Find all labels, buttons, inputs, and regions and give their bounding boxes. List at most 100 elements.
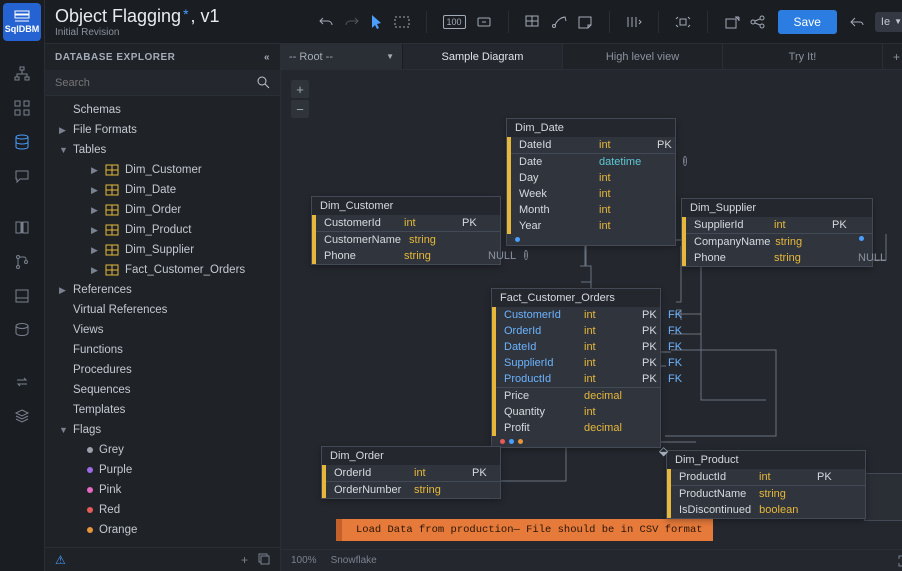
info-icon[interactable]: i	[683, 156, 687, 166]
entity-header[interactable]: Dim_Order	[322, 447, 500, 465]
reply-icon[interactable]	[849, 16, 865, 28]
hierarchy-icon[interactable]	[14, 66, 30, 82]
column-row[interactable]: Phone string NULL i	[316, 248, 500, 264]
language-selector[interactable]: Ie▼	[875, 12, 902, 32]
tree-node-templates[interactable]: Templates	[45, 400, 280, 420]
column-row[interactable]: Month int	[511, 202, 675, 218]
entity-header[interactable]: Dim_Supplier	[682, 199, 872, 217]
table-add-icon[interactable]	[525, 15, 541, 29]
tree-flag-item[interactable]: Pink	[45, 480, 280, 500]
column-row[interactable]: CustomerName string	[316, 231, 500, 248]
zoom-out-button[interactable]: −	[291, 100, 309, 118]
column-row[interactable]: Day int	[511, 170, 675, 186]
column-row[interactable]: Profit decimal	[496, 420, 660, 436]
percent-icon[interactable]: 100	[443, 15, 466, 29]
tree-table-item[interactable]: ▶Dim_Product	[45, 220, 280, 240]
pin-icon[interactable]: ⬙	[659, 444, 668, 458]
tree-table-item[interactable]: ▶Fact_Customer_Orders	[45, 260, 280, 280]
entity-header[interactable]: Dim_Date	[507, 119, 675, 137]
zoom-in-button[interactable]: +	[291, 80, 309, 98]
tree-node-virtual-references[interactable]: Virtual References	[45, 300, 280, 320]
tree-node-views[interactable]: Views	[45, 320, 280, 340]
search-input[interactable]	[55, 77, 257, 89]
tab-sample-diagram[interactable]: Sample Diagram	[403, 44, 563, 69]
cursor-icon[interactable]	[370, 14, 384, 30]
entity-fact[interactable]: Fact_Customer_Orders CustomerId int PK F…	[491, 288, 661, 448]
undo-icon[interactable]	[318, 15, 334, 29]
note-icon[interactable]	[577, 15, 593, 29]
share-icon[interactable]	[750, 15, 766, 29]
column-row[interactable]: SupplierId int PK FK	[496, 355, 660, 371]
info-icon[interactable]: i	[524, 250, 528, 260]
tree-node-functions[interactable]: Functions	[45, 340, 280, 360]
chat-icon[interactable]	[14, 168, 30, 184]
tree-node-file-formats[interactable]: ▶File Formats	[45, 120, 280, 140]
search-icon[interactable]	[257, 76, 270, 89]
column-row[interactable]: IsDiscontinued boolean	[671, 502, 865, 518]
expand-icon[interactable]	[898, 555, 902, 567]
entity-header[interactable]: Fact_Customer_Orders	[492, 289, 660, 307]
box-icon[interactable]	[476, 16, 492, 28]
tree-node-sequences[interactable]: Sequences	[45, 380, 280, 400]
tree-table-item[interactable]: ▶Dim_Customer	[45, 160, 280, 180]
entity-dim_product[interactable]: Dim_Product ProductId int PK ProductName…	[666, 450, 866, 519]
column-row[interactable]: ProductId int PK FK	[496, 371, 660, 387]
root-selector[interactable]: -- Root --▼	[281, 44, 403, 69]
collapse-panel-icon[interactable]: «	[264, 52, 270, 63]
column-row[interactable]: DateId int PK	[511, 137, 675, 153]
tree-node-tables[interactable]: ▼Tables	[45, 140, 280, 160]
tree-node-schemas[interactable]: Schemas	[45, 100, 280, 120]
align-icon[interactable]	[626, 15, 642, 29]
disk-icon[interactable]	[14, 322, 30, 338]
tree-flag-item[interactable]: Orange	[45, 520, 280, 540]
tree-node-flags[interactable]: ▼Flags	[45, 420, 280, 440]
column-row[interactable]: SupplierId int PK	[686, 217, 872, 233]
entity-dim_order[interactable]: Dim_Order OrderId int PK OrderNumber str…	[321, 446, 501, 499]
entity-dim_customer[interactable]: Dim_Customer CustomerId int PK CustomerN…	[311, 196, 501, 265]
column-row[interactable]: Week int	[511, 186, 675, 202]
column-row[interactable]: OrderId int PK	[326, 465, 500, 481]
git-icon[interactable]	[14, 254, 30, 270]
column-row[interactable]: CompanyName string	[686, 233, 872, 250]
export-icon[interactable]	[724, 15, 740, 29]
tree-flag-item[interactable]: Purple	[45, 460, 280, 480]
layers-icon[interactable]	[14, 408, 30, 424]
column-row[interactable]: ProductId int PK	[671, 469, 865, 485]
copy-icon[interactable]	[258, 553, 270, 567]
column-row[interactable]: ProductName string	[671, 485, 865, 502]
tree-table-item[interactable]: ▶Dim_Order	[45, 200, 280, 220]
book-icon[interactable]	[14, 220, 30, 236]
add-tab-icon[interactable]: +	[893, 50, 900, 64]
tree-flag-item[interactable]: Red	[45, 500, 280, 520]
zoom-level[interactable]: 100%	[291, 555, 317, 566]
canvas-note[interactable]: Load Data from production— File should b…	[336, 519, 713, 541]
brand-logo[interactable]: SqlDBM	[3, 3, 41, 41]
tree-node-references[interactable]: ▶References	[45, 280, 280, 300]
column-row[interactable]: Phone string NULL	[686, 250, 872, 266]
tab-high-level[interactable]: High level view	[563, 44, 723, 69]
fit-icon[interactable]	[675, 15, 691, 29]
column-row[interactable]: CustomerId int PK	[316, 215, 500, 231]
column-row[interactable]: OrderNumber string	[326, 481, 500, 498]
add-node-icon[interactable]: +	[241, 553, 248, 567]
connector-icon[interactable]	[551, 15, 567, 29]
column-row[interactable]: Date datetime i	[511, 153, 675, 170]
entity-dim_supplier[interactable]: Dim_Supplier SupplierId int PK CompanyNa…	[681, 198, 873, 267]
column-row[interactable]: DateId int PK FK	[496, 339, 660, 355]
warning-icon[interactable]: ⚠	[55, 553, 66, 567]
marquee-icon[interactable]	[394, 16, 410, 28]
search-box[interactable]	[45, 70, 280, 96]
database-icon[interactable]	[14, 134, 30, 150]
tree-node-procedures[interactable]: Procedures	[45, 360, 280, 380]
column-row[interactable]: OrderId int PK FK	[496, 323, 660, 339]
redo-icon[interactable]	[344, 15, 360, 29]
entity-dim_date[interactable]: Dim_Date DateId int PK Date datetime i D…	[506, 118, 676, 246]
transfer-icon[interactable]	[14, 374, 30, 390]
grid-icon[interactable]	[14, 100, 30, 116]
tree-table-item[interactable]: ▶Dim_Supplier	[45, 240, 280, 260]
tab-try-it[interactable]: Try It!	[723, 44, 883, 69]
entity-header[interactable]: Dim_Customer	[312, 197, 500, 215]
column-row[interactable]: Price decimal	[496, 387, 660, 404]
save-button[interactable]: Save	[778, 10, 837, 34]
panel-icon[interactable]	[14, 288, 30, 304]
